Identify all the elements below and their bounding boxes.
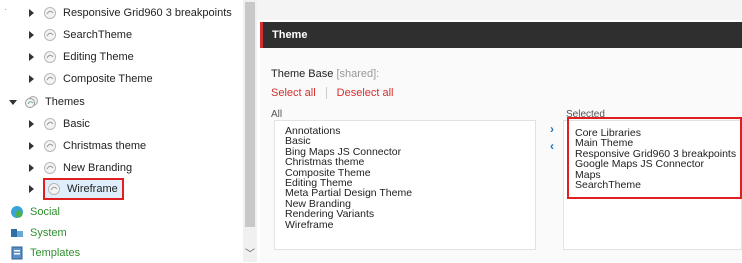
tree-item-new-branding[interactable]: New Branding bbox=[26, 158, 132, 178]
tree-item-label: Editing Theme bbox=[63, 51, 134, 63]
theme-item-icon bbox=[44, 51, 56, 63]
all-list-label: All bbox=[271, 109, 283, 120]
tree-item-composite-theme[interactable]: Composite Theme bbox=[26, 69, 153, 89]
tree-item-social[interactable]: Social bbox=[10, 202, 60, 222]
list-item[interactable]: SearchTheme bbox=[575, 180, 741, 191]
theme-item-icon bbox=[48, 183, 60, 195]
tree-item-editing-theme[interactable]: Editing Theme bbox=[26, 47, 134, 67]
content-tree: · Responsive Grid960 3 breakpoints Searc… bbox=[0, 0, 243, 262]
tree-item-christmas-theme[interactable]: Christmas theme bbox=[26, 136, 146, 156]
tree-scrollbar[interactable]: ﹀ bbox=[243, 0, 257, 262]
expand-arrow-icon[interactable] bbox=[26, 140, 36, 152]
tree-guide-line: · bbox=[4, 4, 8, 15]
templates-icon bbox=[11, 246, 23, 260]
tree-item-label: New Branding bbox=[63, 162, 133, 174]
expand-arrow-icon[interactable] bbox=[26, 162, 36, 174]
select-all-link[interactable]: Select all bbox=[271, 87, 316, 99]
theme-item-icon bbox=[44, 118, 56, 130]
expand-arrow-icon[interactable] bbox=[26, 73, 36, 85]
theme-item-icon bbox=[44, 29, 56, 41]
tree-item-label: Themes bbox=[45, 96, 85, 108]
tree-item-basic[interactable]: Basic bbox=[26, 114, 90, 134]
tree-item-label: Basic bbox=[63, 118, 90, 130]
remove-from-selected-icon[interactable]: ‹ bbox=[547, 139, 557, 153]
tree-item-label: Social bbox=[30, 206, 60, 218]
selected-listbox[interactable]: Core Libraries Main Theme Responsive Gri… bbox=[563, 120, 742, 250]
tree-item-system[interactable]: System bbox=[10, 223, 67, 243]
field-label: Theme Base [shared]: bbox=[271, 68, 379, 80]
all-listbox[interactable]: Annotations Basic Bing Maps JS Connector… bbox=[274, 120, 536, 250]
field-shared-tag: [shared]: bbox=[336, 68, 380, 80]
tree-item-label: Christmas theme bbox=[63, 140, 147, 152]
theme-item-icon bbox=[44, 73, 56, 85]
add-to-selected-icon[interactable]: › bbox=[547, 122, 557, 136]
tree-item-templates[interactable]: Templates bbox=[10, 243, 80, 263]
tree-item-label: Templates bbox=[30, 247, 81, 259]
tree-item-searchtheme[interactable]: SearchTheme bbox=[26, 25, 132, 45]
deselect-all-link[interactable]: Deselect all bbox=[337, 87, 394, 99]
section-title: Theme bbox=[272, 29, 308, 41]
expand-arrow-icon[interactable] bbox=[26, 7, 36, 19]
tree-item-wireframe[interactable]: Wireframe bbox=[26, 178, 124, 200]
section-accent-bar bbox=[260, 22, 263, 48]
selected-list-label: Selected bbox=[566, 109, 605, 120]
theme-item-icon bbox=[44, 162, 56, 174]
section-header[interactable]: Theme bbox=[260, 22, 742, 48]
tree-item-label: Composite Theme bbox=[63, 73, 153, 85]
expand-arrow-icon[interactable] bbox=[26, 51, 36, 63]
theme-item-icon bbox=[44, 140, 56, 152]
divider bbox=[325, 87, 327, 99]
themes-folder-icon bbox=[25, 96, 38, 108]
list-item[interactable]: Wireframe bbox=[285, 219, 535, 230]
social-icon bbox=[11, 206, 23, 218]
chevron-down-icon[interactable]: ﹀ bbox=[245, 245, 255, 260]
system-icon bbox=[11, 229, 23, 237]
select-actions: Select all Deselect all bbox=[271, 87, 394, 99]
collapse-arrow-icon[interactable] bbox=[8, 96, 18, 108]
expand-arrow-icon[interactable] bbox=[26, 183, 36, 195]
tree-item-themes[interactable]: Themes bbox=[8, 92, 85, 112]
tree-item-responsive-grid[interactable]: Responsive Grid960 3 breakpoints bbox=[26, 3, 232, 23]
list-item[interactable]: Annotations bbox=[285, 126, 535, 137]
expand-arrow-icon[interactable] bbox=[26, 29, 36, 41]
panel-top-strip bbox=[257, 0, 742, 20]
tree-item-label: Responsive Grid960 3 breakpoints bbox=[63, 7, 232, 19]
tree-item-label: System bbox=[30, 227, 67, 239]
tree-item-label: SearchTheme bbox=[63, 29, 133, 41]
selected-item-highlight[interactable]: Wireframe bbox=[43, 178, 124, 200]
tree-item-label: Wireframe bbox=[67, 183, 118, 195]
field-label-text: Theme Base bbox=[271, 68, 334, 80]
theme-item-icon bbox=[44, 7, 56, 19]
scrollbar-thumb[interactable] bbox=[245, 2, 255, 227]
expand-arrow-icon[interactable] bbox=[26, 118, 36, 130]
